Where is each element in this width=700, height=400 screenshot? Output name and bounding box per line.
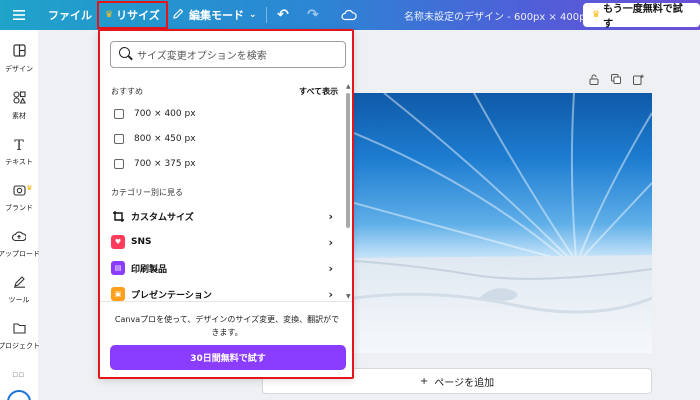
sidebar-item-text[interactable]: T テキスト (0, 137, 38, 167)
elements-icon (12, 91, 26, 109)
toolbar-divider (266, 7, 267, 23)
free-trial-button[interactable]: 30日間無料で試す (110, 345, 346, 370)
scroll-up-icon[interactable]: ▲ (346, 83, 351, 90)
brand-icon: ♛ (12, 183, 33, 201)
trial-button[interactable]: ♛ もう一度無料で試す (583, 3, 700, 30)
sidebar-item-uploads[interactable]: アップロード (0, 229, 40, 259)
plus-icon: + (419, 375, 429, 387)
resize-panel: サイズ変更オプションを検索 おすすめ すべて表示 700 × 400 px 80… (98, 29, 354, 379)
size-option[interactable]: 800 × 450 px (114, 134, 196, 144)
heart-icon: ♥ (111, 235, 125, 249)
chevron-right-icon: › (328, 235, 333, 249)
sidebar-item-label: テキスト (5, 158, 33, 166)
trial-label: もう一度無料で試す (603, 4, 683, 30)
edit-mode-label: 編集モード (189, 9, 244, 22)
sidebar-item-label: 素材 (12, 112, 26, 120)
pencil-icon (172, 8, 184, 23)
undo-icon[interactable]: ↶ (275, 0, 291, 30)
file-menu[interactable]: ファイル (48, 0, 92, 30)
category-label: カスタムサイズ (131, 212, 194, 223)
see-all-link[interactable]: すべて表示 (299, 86, 338, 97)
avatar[interactable] (7, 390, 31, 400)
document-title[interactable]: 名称未設定のデザイン - 600px × 400px (404, 0, 591, 30)
sidebar-item-brand[interactable]: ♛ ブランド (0, 183, 38, 213)
size-option[interactable]: 700 × 400 px (114, 109, 196, 119)
divider (100, 301, 352, 302)
scroll-down-icon[interactable]: ▼ (346, 293, 351, 300)
chevron-down-icon: ⌄ (249, 10, 257, 20)
chevron-right-icon: › (328, 287, 333, 301)
sidebar-item-label: アップロード (0, 250, 40, 258)
scrollbar[interactable]: ▲ ▼ (345, 83, 351, 303)
sidebar-item-tools[interactable]: ツール (0, 275, 38, 305)
redo-icon[interactable]: ↷ (305, 0, 321, 30)
top-bar: ファイル ♛ リサイズ 編集モード ⌄ ↶ ↷ 名称未設定のデザイン - 600… (0, 0, 700, 30)
resize-label: リサイズ (116, 9, 160, 22)
category-label: プレゼンテーション (131, 290, 212, 301)
crown-icon: ♛ (26, 184, 33, 192)
checkbox[interactable] (114, 159, 124, 169)
snowfield-photo (354, 93, 652, 353)
size-option[interactable]: 700 × 375 px (114, 159, 196, 169)
lock-icon[interactable] (589, 74, 599, 88)
category-print[interactable]: ▤ 印刷製品 › (111, 259, 333, 277)
recommended-heading: おすすめ (111, 87, 143, 96)
cloud-save-icon[interactable] (340, 0, 358, 30)
search-icon (119, 47, 130, 58)
sidebar-item-label: ツール (8, 296, 30, 304)
category-label: SNS (131, 237, 152, 247)
checkbox[interactable] (114, 134, 124, 144)
sidebar: デザイン 素材 T テキスト ♛ ブランド アップロード ツール プロジェクト (0, 30, 40, 400)
size-option-label: 700 × 400 px (134, 109, 196, 119)
size-option-label: 700 × 375 px (134, 159, 196, 169)
upload-icon (12, 229, 27, 247)
menu-icon[interactable] (10, 0, 28, 30)
crown-icon: ♛ (592, 10, 601, 20)
category-custom-size[interactable]: カスタムサイズ › (111, 207, 333, 225)
chevron-right-icon: › (328, 261, 333, 275)
printer-icon: ▤ (111, 261, 125, 275)
apps-icon[interactable]: ▫▫ (12, 370, 24, 380)
category-sns[interactable]: ♥ SNS › (111, 233, 333, 251)
search-input[interactable]: サイズ変更オプションを検索 (110, 41, 346, 68)
sidebar-item-label: ブランド (5, 204, 33, 212)
edit-mode-dropdown[interactable]: 編集モード ⌄ (172, 0, 257, 30)
chevron-right-icon: › (328, 209, 333, 223)
size-option-label: 800 × 450 px (134, 134, 196, 144)
tools-icon (13, 275, 26, 293)
presentation-icon: ▣ (111, 287, 125, 301)
category-label: 印刷製品 (131, 264, 168, 275)
custom-size-icon (111, 209, 125, 223)
resize-button[interactable]: ♛ リサイズ (97, 1, 168, 29)
sidebar-item-elements[interactable]: 素材 (0, 91, 38, 121)
category-heading: カテゴリー別に見る (111, 188, 183, 197)
sidebar-item-label: プロジェクト (0, 342, 40, 350)
sidebar-item-projects[interactable]: プロジェクト (0, 321, 40, 351)
promo-text: Canvaプロを使って、デザインのサイズ変更、変換、翻訳ができます。 (114, 315, 340, 337)
duplicate-icon[interactable] (611, 74, 621, 88)
text-icon: T (14, 138, 24, 154)
folder-icon (12, 321, 26, 339)
page-tools (589, 74, 644, 88)
checkbox[interactable] (114, 109, 124, 119)
sidebar-item-label: デザイン (5, 65, 33, 73)
crown-icon: ♛ (105, 10, 114, 20)
add-page-icon[interactable] (633, 74, 644, 88)
scrollbar-thumb[interactable] (346, 93, 350, 228)
search-placeholder: サイズ変更オプションを検索 (137, 51, 267, 62)
add-page-label: ページを追加 (434, 377, 495, 389)
layout-icon (12, 44, 26, 62)
design-page[interactable] (354, 93, 652, 353)
sidebar-item-design[interactable]: デザイン (0, 44, 38, 74)
